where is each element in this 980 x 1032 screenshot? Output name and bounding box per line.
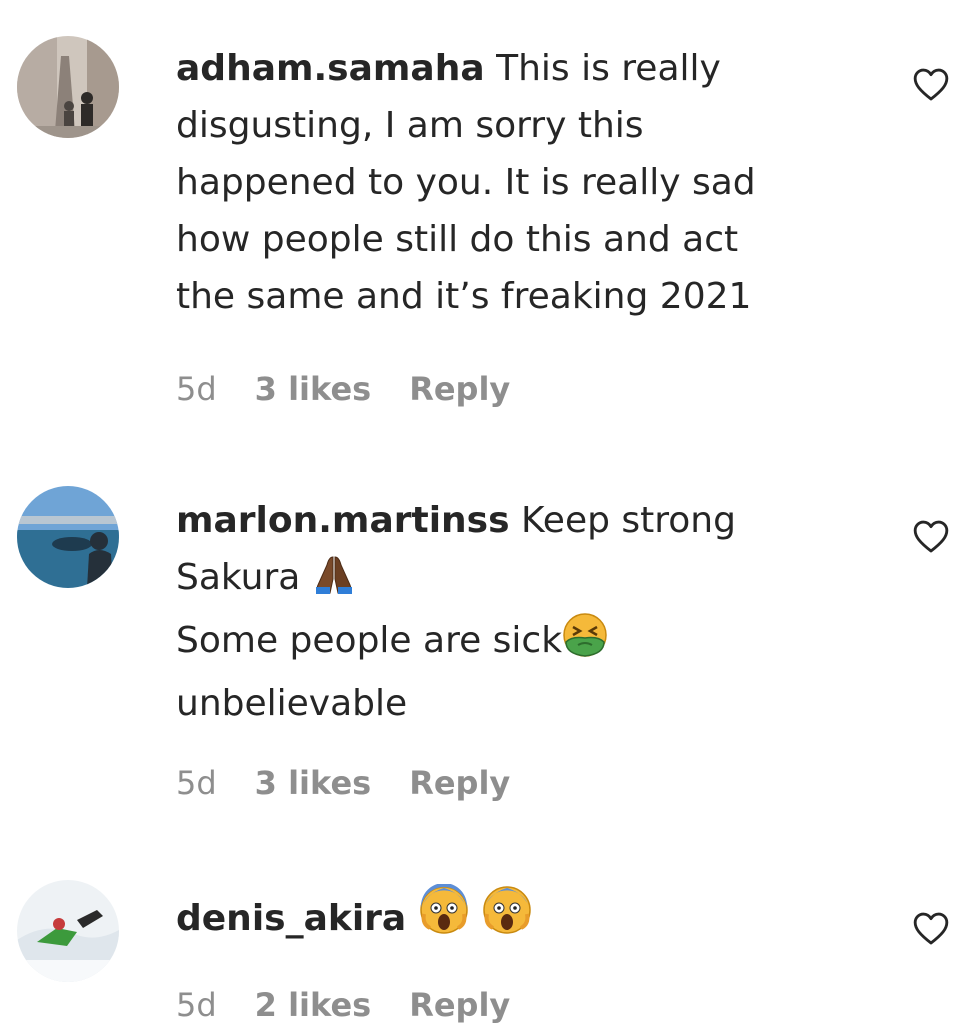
comment-meta: 5d 3 likes Reply <box>176 370 510 408</box>
likes-count[interactable]: 3 likes <box>255 764 372 802</box>
comment-timestamp: 5d <box>176 986 217 1024</box>
comment-username[interactable]: adham.samaha <box>176 48 485 89</box>
reply-button[interactable]: Reply <box>409 986 510 1024</box>
comment-text: unbelievable <box>176 683 408 724</box>
screaming-face-emoji <box>481 884 533 953</box>
comment-timestamp: 5d <box>176 764 217 802</box>
comment-text: Sakura <box>176 557 301 598</box>
comment-meta: 5d 2 likes Reply <box>176 986 510 1024</box>
reply-button[interactable]: Reply <box>409 764 510 802</box>
likes-count[interactable]: 3 likes <box>255 370 372 408</box>
comment-list: adham.samaha This is really disgusting, … <box>0 0 980 1032</box>
avatar[interactable] <box>17 36 119 138</box>
comment-text: Keep strong <box>520 500 736 541</box>
comment-username[interactable]: marlon.martinss <box>176 500 510 541</box>
comment-text: happened to you. It is really sad <box>176 162 756 203</box>
folded-hands-emoji <box>312 555 356 612</box>
comment-body: marlon.martinss Keep strong Sakura Some … <box>176 492 836 732</box>
comment-text: how people still do this and act <box>176 219 739 260</box>
comment-body: denis_akira <box>176 883 836 953</box>
comment-text: the same and it’s freaking 2021 <box>176 276 752 317</box>
heart-outline-icon[interactable] <box>912 910 950 946</box>
heart-outline-icon[interactable] <box>912 66 950 102</box>
comment-text: disgusting, I am sorry this <box>176 105 644 146</box>
comment-timestamp: 5d <box>176 370 217 408</box>
screaming-face-emoji <box>418 883 470 953</box>
comment-meta: 5d 3 likes Reply <box>176 764 510 802</box>
avatar[interactable] <box>17 486 119 588</box>
heart-outline-icon[interactable] <box>912 518 950 554</box>
likes-count[interactable]: 2 likes <box>255 986 372 1024</box>
reply-button[interactable]: Reply <box>409 370 510 408</box>
comment-text: Some people are sick <box>176 620 563 661</box>
avatar[interactable] <box>17 880 119 982</box>
comment-body: adham.samaha This is really disgusting, … <box>176 40 836 325</box>
comment-username[interactable]: denis_akira <box>176 898 406 939</box>
nauseated-face-emoji <box>562 612 608 675</box>
comment-text: This is really <box>496 48 721 89</box>
